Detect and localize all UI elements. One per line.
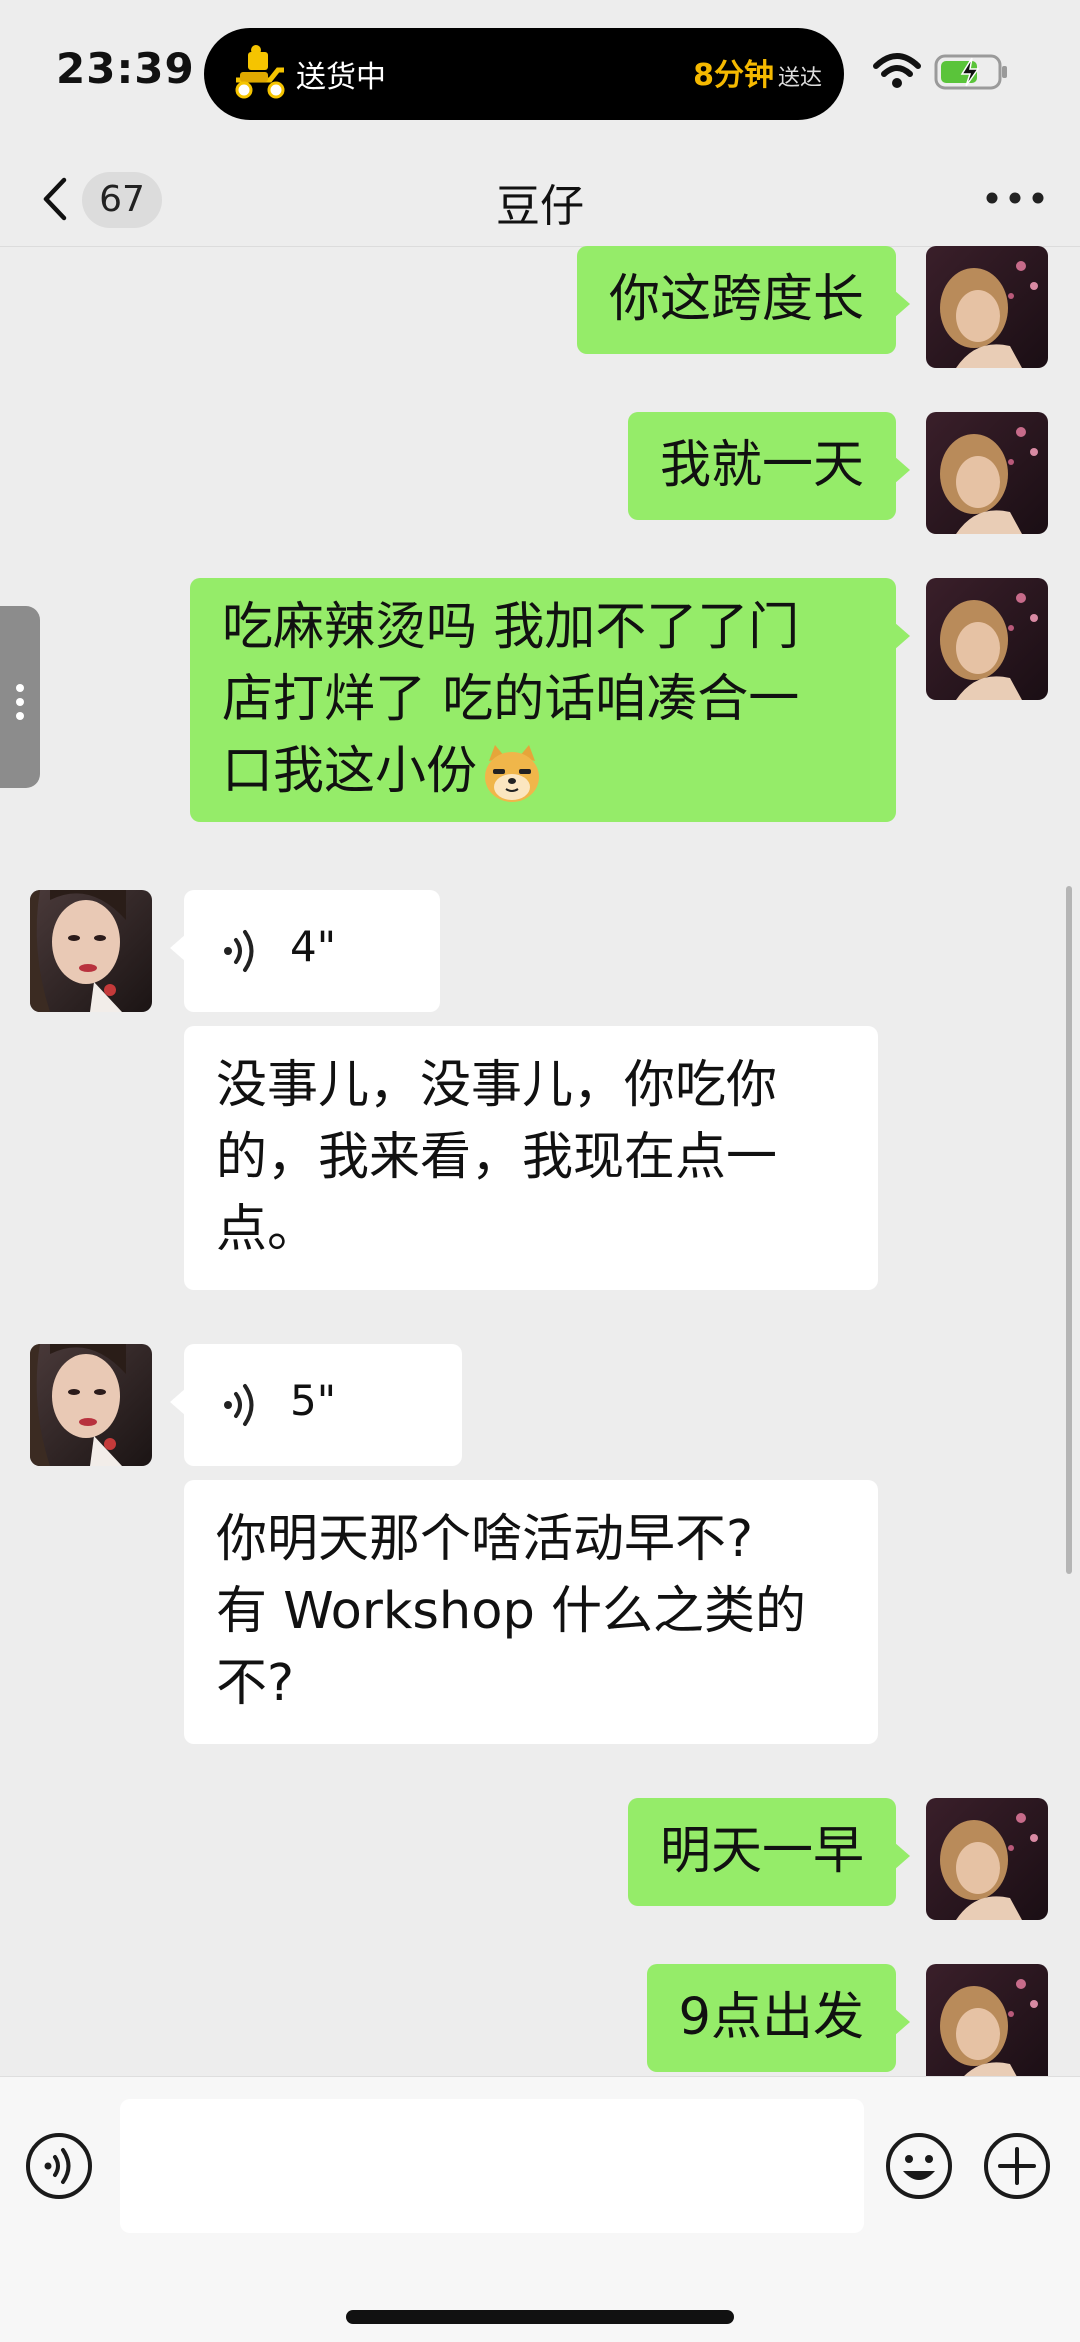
avatar-image [926,1964,1048,2076]
message-text-line: 口我这小份 [222,736,864,808]
message-text-line: 吃麻辣烫吗 我加不了了门 [222,598,800,657]
avatar-image [30,1344,152,1466]
message-text: 明天一早 [659,1822,864,1881]
message-bubble-outgoing[interactable]: 你这跨度长 [576,246,911,354]
message-bubble-outgoing[interactable]: 明天一早 [627,1798,911,1906]
emoji-smile-icon[interactable] [884,2131,954,2201]
message-bubble-incoming[interactable]: 没事儿，没事儿，你吃你 的，我来看，我现在点一 点。 [184,1026,878,1290]
chat-header: 67 豆仔 [0,150,1080,247]
my-avatar[interactable] [926,246,1048,368]
status-time: 23:39 [56,44,195,93]
more-options-button[interactable] [980,166,1050,230]
plus-circle-icon[interactable] [982,2131,1052,2201]
live-activity-eta: 8分钟 送达 [693,50,822,94]
message-text-line: 店打烊了 吃的话咱凑合一 [222,670,800,729]
eta-suffix: 送达 [777,66,822,91]
message-list[interactable]: 你这跨度长 我就一天 吃麻辣烫吗 我加不了了门 店打烊了 吃的话咱凑合一 口我这… [0,246,1080,2076]
voice-input-icon[interactable] [24,2131,94,2201]
dynamic-island-live-activity[interactable]: 送货中 8分钟 送达 [204,28,844,120]
floating-side-handle[interactable] [0,606,40,788]
chat-title: 豆仔 [496,181,584,232]
message-text: 我就一天 [659,436,864,495]
voice-duration: 4" [290,922,337,971]
message-text-line: 有 Workshop 什么之类的 [216,1582,807,1641]
message-text-line: 没事儿，没事儿，你吃你 [216,1056,778,1115]
my-avatar[interactable] [926,578,1048,700]
message-bubble-incoming[interactable]: 你明天那个啥活动早不? 有 Workshop 什么之类的 不? [184,1480,878,1744]
message-text-line: 不? [216,1654,295,1713]
wifi-icon [873,53,921,88]
avatar-image [926,1798,1048,1920]
status-bar: 23:39 送货中 8分钟 送达 [0,0,1080,150]
handle-dot [16,698,24,706]
message-bubble-outgoing[interactable]: 吃麻辣烫吗 我加不了了门 店打烊了 吃的话咱凑合一 口我这小份 [190,578,910,822]
doge-emoji-icon [485,745,540,802]
message-text-line: 的，我来看，我现在点一 [216,1128,778,1187]
live-activity-status: 送货中 [296,60,386,95]
my-avatar[interactable] [926,1964,1048,2076]
voice-wave-icon [224,930,254,972]
more-horizontal-icon [986,192,1044,204]
message-text-line: 点。 [216,1200,319,1259]
handle-dot [16,684,24,692]
message-bubble-outgoing[interactable]: 9点出发 [646,1964,911,2072]
message-text: 你这跨度长 [608,270,864,329]
voice-wave-icon [224,1384,254,1426]
avatar-image [926,578,1048,700]
battery-charging-icon [934,54,1007,90]
my-avatar[interactable] [926,1798,1048,1920]
message-text-segment: 口我这小份 [222,742,478,801]
avatar-image [926,412,1048,534]
message-text-line: 你明天那个啥活动早不? [216,1510,754,1569]
voice-message-bubble[interactable]: 4" [170,890,440,1012]
message-input[interactable] [120,2099,864,2233]
delivery-scooter-icon [235,45,285,99]
avatar-image [926,246,1048,368]
message-text: 9点出发 [678,1988,864,2047]
voice-message-bubble[interactable]: 5" [170,1344,462,1466]
home-indicator[interactable] [346,2310,734,2324]
contact-avatar[interactable] [30,1344,152,1466]
eta-time: 8分钟 [693,58,774,93]
chat-input-bar [0,2076,1080,2342]
my-avatar[interactable] [926,412,1048,534]
scrollbar[interactable] [1066,886,1072,1574]
avatar-image [30,890,152,1012]
contact-avatar[interactable] [30,890,152,1012]
handle-dot [16,712,24,720]
voice-duration: 5" [290,1376,337,1425]
message-bubble-outgoing[interactable]: 我就一天 [627,412,911,520]
